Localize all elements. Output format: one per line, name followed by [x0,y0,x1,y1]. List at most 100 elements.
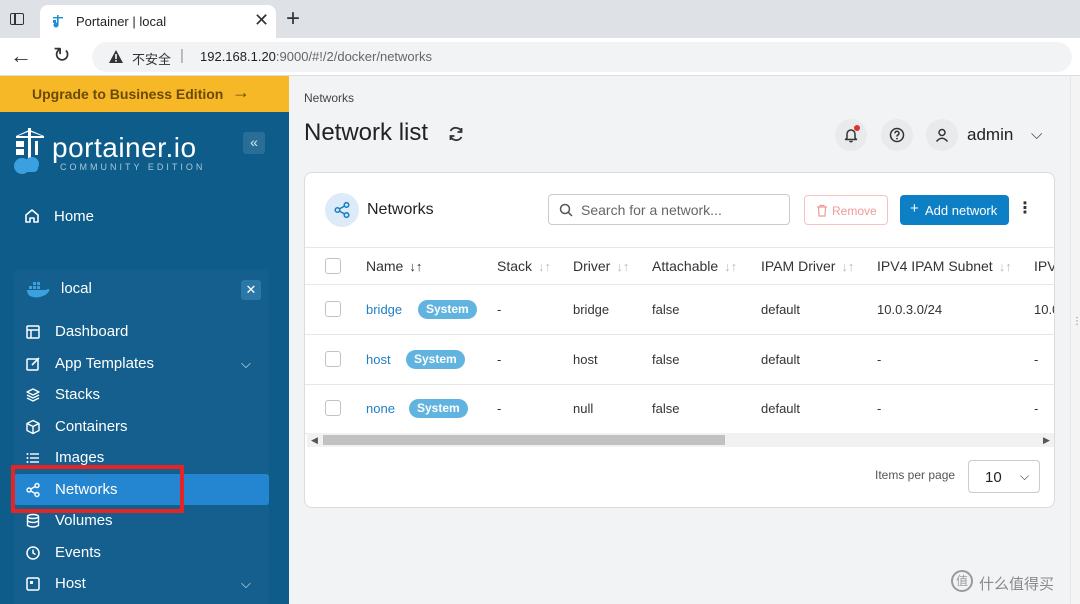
sidebar-item-stacks[interactable]: Stacks [14,379,269,410]
dashboard-icon [26,325,40,339]
browser-nav-bar: ← ↻ 不安全 | 192.168.1.20:9000/#!/2/docker/… [0,38,1080,76]
plus-icon: + [910,200,919,217]
collapse-sidebar-button[interactable]: « [243,132,265,154]
column-header-ipv6[interactable]: IPV [1034,258,1054,274]
environment-panel: local ✕ Dashboard App Templates ⌵ Stacks… [14,269,269,604]
column-header-attachable[interactable]: Attachable ↓↑ [652,258,737,274]
chevron-down-icon[interactable]: ⌵ [1031,126,1042,143]
refresh-icon[interactable] [447,125,465,143]
cell-stack: - [497,401,502,416]
tab-close-icon[interactable]: ✕ [254,11,269,29]
portainer-favicon-icon [53,15,63,28]
sidebar-item-volumes[interactable]: Volumes [14,505,269,536]
watermark-logo-icon: 值 [951,570,973,592]
database-icon [26,513,40,528]
card-icon [325,193,359,227]
more-options-icon[interactable]: ⋮ [1017,201,1033,217]
search-box[interactable] [548,194,790,225]
sidebar-item-images[interactable]: Images [14,442,269,473]
remove-label: Remove [832,204,877,218]
scroll-right-icon[interactable]: ▶ [1043,433,1050,447]
column-header-stack[interactable]: Stack ↓↑ [497,258,551,274]
scroll-left-icon[interactable]: ◀ [311,433,318,447]
cell-driver: null [573,401,594,416]
add-network-button[interactable]: + Add network [900,195,1009,225]
breadcrumb[interactable]: Networks [304,91,354,105]
row-checkbox[interactable] [325,400,341,416]
sidebar-item-label: Images [55,449,105,466]
list-icon [26,453,39,463]
card-title: Networks [367,201,434,218]
page-scrollbar[interactable] [1070,76,1080,604]
warning-icon [109,50,123,63]
row-checkbox[interactable] [325,301,341,317]
search-input[interactable] [581,200,781,220]
cell-subnet: - [877,401,882,416]
column-header-driver[interactable]: Driver ↓↑ [573,258,629,274]
horizontal-scrollbar[interactable]: ◀ ▶ [307,433,1054,447]
trash-icon [817,204,827,217]
sidebar-item-containers[interactable]: Containers [14,411,269,442]
docker-icon [27,282,50,298]
close-environment-icon[interactable]: ✕ [241,280,261,300]
sidebar-item-host[interactable]: Host ⌵ [14,568,269,599]
column-header-name[interactable]: Name ↓↑ [366,258,422,274]
sidebar-item-networks[interactable]: Networks [14,474,269,505]
table-row: none System - null false default - - [305,384,1054,434]
address-bar[interactable]: 不安全 | 192.168.1.20:9000/#!/2/docker/netw… [92,42,1072,72]
sidebar-item-label: Volumes [55,512,113,529]
search-icon [559,203,573,217]
sidebar-item-home[interactable]: Home [0,200,289,232]
column-label: Attachable [652,258,719,274]
sidebar-item-dashboard[interactable]: Dashboard [14,316,269,347]
cell-attachable: false [652,401,680,416]
share-icon [26,482,40,498]
network-name-link[interactable]: host [366,352,391,367]
environment-header[interactable]: local ✕ [14,269,269,309]
cell-ipv6: 10.0 [1034,302,1054,317]
column-header-ipam-driver[interactable]: IPAM Driver ↓↑ [761,258,854,274]
user-avatar[interactable] [926,119,958,151]
cell-ipv6: - [1034,352,1039,367]
resize-handle-icon[interactable]: ⋮ [1072,316,1080,327]
select-all-checkbox[interactable] [325,258,341,274]
reload-icon[interactable]: ↻ [53,44,71,68]
new-tab-icon[interactable]: + [286,6,300,32]
server-icon [26,577,40,591]
upgrade-banner[interactable]: Upgrade to Business Edition → [0,76,289,112]
url-text[interactable]: 192.168.1.20:9000/#!/2/docker/networks [200,49,432,64]
sidebar-item-label: App Templates [55,355,154,372]
sidebar-item-label: Host [55,575,86,592]
layers-icon [26,388,40,402]
back-icon[interactable]: ← [10,44,32,68]
window-menu-icon[interactable] [10,13,24,25]
cell-stack: - [497,302,502,317]
notifications-button[interactable] [835,119,867,151]
cell-driver: host [573,352,598,367]
network-name-link[interactable]: bridge [366,302,402,317]
sort-icon: ↓↑ [841,259,855,274]
system-badge: System [418,300,477,319]
url-host: 192.168.1.20 [200,49,276,64]
remove-button[interactable]: Remove [804,195,888,225]
browser-tab[interactable]: Portainer | local ✕ [40,5,276,38]
box-icon [26,419,40,435]
help-button[interactable] [881,119,913,151]
sidebar-item-label: Containers [55,418,128,435]
user-name[interactable]: admin [967,125,1013,145]
sidebar-item-label: Events [55,544,101,561]
row-checkbox[interactable] [325,351,341,367]
chevron-down-icon[interactable]: ⌵ [241,576,251,592]
column-header-ipv4-subnet[interactable]: IPV4 IPAM Subnet ↓↑ [877,258,1012,274]
network-name-link[interactable]: none [366,401,395,416]
sidebar-item-app-templates[interactable]: App Templates ⌵ [14,348,269,379]
chevron-down-icon[interactable]: ⌵ [241,356,251,372]
scrollbar-thumb[interactable] [323,435,725,445]
items-per-page-select[interactable]: 10 ⌵ [968,460,1040,493]
url-separator: | [180,47,184,64]
sidebar-item-events[interactable]: Events [14,537,269,568]
cell-subnet: 10.0.3.0/24 [877,302,943,317]
column-label: IPV4 IPAM Subnet [877,258,993,274]
logo-subtitle: COMMUNITY EDITION [60,162,206,172]
table-row: bridge System - bridge false default 10.… [305,285,1054,335]
